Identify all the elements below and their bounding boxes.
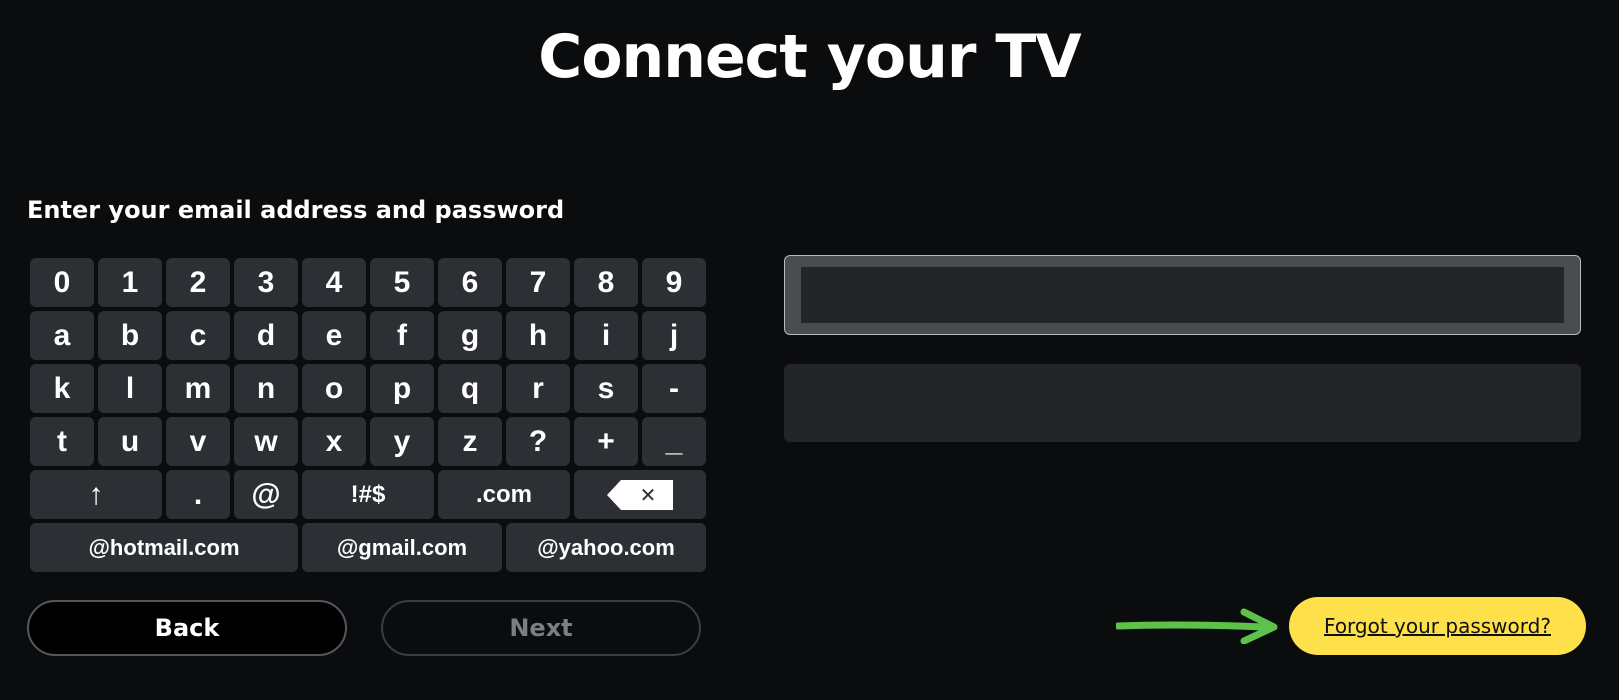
key-dot[interactable]: . <box>166 470 230 519</box>
key-6[interactable]: 6 <box>438 258 502 307</box>
keyboard-row-a-j: a b c d e f g h i j <box>30 311 706 360</box>
key-i[interactable]: i <box>574 311 638 360</box>
form-instruction: Enter your email address and password <box>27 196 565 224</box>
domain-yahoo-key[interactable]: @yahoo.com <box>506 523 706 572</box>
key-j[interactable]: j <box>642 311 706 360</box>
key-c[interactable]: c <box>166 311 230 360</box>
key-r[interactable]: r <box>506 364 570 413</box>
key-k[interactable]: k <box>30 364 94 413</box>
key-5[interactable]: 5 <box>370 258 434 307</box>
key-b[interactable]: b <box>98 311 162 360</box>
key-u[interactable]: u <box>98 417 162 466</box>
key-4[interactable]: 4 <box>302 258 366 307</box>
page-title: Connect your TV <box>538 22 1081 92</box>
key-w[interactable]: w <box>234 417 298 466</box>
keyboard-row-k-hyphen: k l m n o p q r s - <box>30 364 706 413</box>
key-n[interactable]: n <box>234 364 298 413</box>
symbols-key[interactable]: !#$ <box>302 470 434 519</box>
key-s[interactable]: s <box>574 364 638 413</box>
key-3[interactable]: 3 <box>234 258 298 307</box>
keyboard-row-domains: @hotmail.com @gmail.com @yahoo.com <box>30 523 706 572</box>
key-d[interactable]: d <box>234 311 298 360</box>
key-question[interactable]: ? <box>506 417 570 466</box>
key-e[interactable]: e <box>302 311 366 360</box>
key-underscore[interactable]: _ <box>642 417 706 466</box>
key-0[interactable]: 0 <box>30 258 94 307</box>
key-a[interactable]: a <box>30 311 94 360</box>
key-p[interactable]: p <box>370 364 434 413</box>
shift-key[interactable]: ↑ <box>30 470 162 519</box>
domain-gmail-key[interactable]: @gmail.com <box>302 523 502 572</box>
key-7[interactable]: 7 <box>506 258 570 307</box>
key-t[interactable]: t <box>30 417 94 466</box>
key-o[interactable]: o <box>302 364 366 413</box>
key-1[interactable]: 1 <box>98 258 162 307</box>
forgot-password-button[interactable]: Forgot your password? <box>1289 597 1586 655</box>
key-2[interactable]: 2 <box>166 258 230 307</box>
password-field[interactable] <box>784 364 1581 442</box>
key-m[interactable]: m <box>166 364 230 413</box>
key-hyphen[interactable]: - <box>642 364 706 413</box>
email-input[interactable] <box>801 267 1564 323</box>
domain-hotmail-key[interactable]: @hotmail.com <box>30 523 298 572</box>
key-h[interactable]: h <box>506 311 570 360</box>
keyboard-row-digits: 0 1 2 3 4 5 6 7 8 9 <box>30 258 706 307</box>
backspace-key[interactable]: ✕ <box>574 470 706 519</box>
dotcom-key[interactable]: .com <box>438 470 570 519</box>
key-l[interactable]: l <box>98 364 162 413</box>
key-at[interactable]: @ <box>234 470 298 519</box>
key-8[interactable]: 8 <box>574 258 638 307</box>
key-q[interactable]: q <box>438 364 502 413</box>
key-z[interactable]: z <box>438 417 502 466</box>
key-9[interactable]: 9 <box>642 258 706 307</box>
key-g[interactable]: g <box>438 311 502 360</box>
key-v[interactable]: v <box>166 417 230 466</box>
keyboard-row-special: ↑ . @ !#$ .com ✕ <box>30 470 706 519</box>
backspace-glyph: ✕ <box>640 483 657 507</box>
key-x[interactable]: x <box>302 417 366 466</box>
backspace-icon: ✕ <box>607 479 673 510</box>
on-screen-keyboard: 0 1 2 3 4 5 6 7 8 9 a b c d e f g h i j … <box>30 258 706 576</box>
key-plus[interactable]: + <box>574 417 638 466</box>
keyboard-row-t-underscore: t u v w x y z ? + _ <box>30 417 706 466</box>
arrow-right-icon <box>1116 608 1278 644</box>
back-button[interactable]: Back <box>27 600 347 656</box>
next-button[interactable]: Next <box>381 600 701 656</box>
connect-tv-screen: Connect your TV Enter your email address… <box>0 0 1619 700</box>
key-y[interactable]: y <box>370 417 434 466</box>
key-f[interactable]: f <box>370 311 434 360</box>
email-field[interactable] <box>784 255 1581 335</box>
